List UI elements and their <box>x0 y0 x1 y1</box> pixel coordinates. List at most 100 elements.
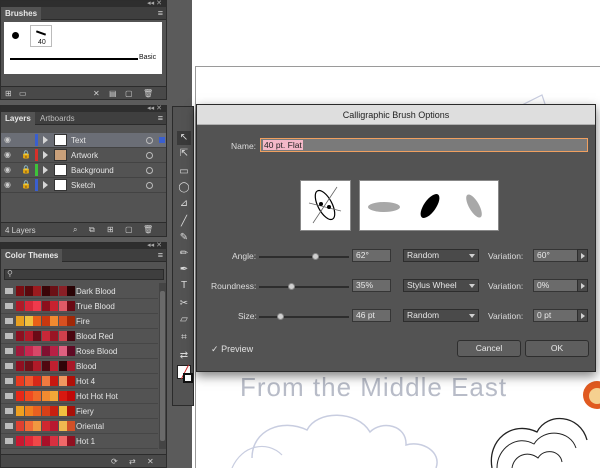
theme-swatch[interactable] <box>33 301 41 311</box>
swap-icon[interactable]: ⇄ <box>129 457 136 466</box>
theme-swatch[interactable] <box>50 406 58 416</box>
expand-arrow-icon[interactable] <box>43 166 48 174</box>
new-brush-icon[interactable]: ▢ <box>125 89 133 98</box>
theme-swatch[interactable] <box>33 286 41 296</box>
theme-row[interactable]: Hot 4 <box>1 374 158 389</box>
theme-swatch[interactable] <box>24 316 33 326</box>
theme-swatch[interactable] <box>67 376 75 386</box>
theme-swatch[interactable] <box>16 406 24 416</box>
libraries-menu-icon[interactable]: ▭ <box>19 89 27 98</box>
target-circle-icon[interactable] <box>146 137 153 144</box>
collapse-icon[interactable]: ◂◂ ✕ <box>147 104 162 112</box>
theme-row[interactable]: Hot 1 <box>1 434 158 449</box>
layer-name[interactable]: Artwork <box>71 151 98 160</box>
themes-scrollbar-thumb[interactable] <box>160 291 165 441</box>
theme-swatch[interactable] <box>33 346 41 356</box>
artboard-tool-icon[interactable]: ⌗ <box>177 331 191 345</box>
layer-row-text[interactable]: ◉ Text <box>1 133 166 148</box>
theme-swatch[interactable] <box>41 391 50 401</box>
theme-swatch[interactable] <box>16 391 24 401</box>
expand-arrow-icon[interactable] <box>43 136 48 144</box>
theme-swatch[interactable] <box>16 421 24 431</box>
locate-object-icon[interactable]: ⌕ <box>73 225 77 235</box>
theme-swatch[interactable] <box>41 421 50 431</box>
theme-swatch[interactable] <box>33 331 41 341</box>
size-slider[interactable] <box>259 313 349 320</box>
roundness-slider-knob[interactable] <box>287 283 295 290</box>
brush-name-input[interactable]: 40 pt. Flat <box>260 138 588 152</box>
theme-swatch[interactable] <box>24 301 33 311</box>
ellipse-tool-icon[interactable]: ◯ <box>177 181 191 195</box>
remove-stroke-icon[interactable]: ✕ <box>93 89 100 98</box>
direct-selection-tool-icon[interactable]: ⇱ <box>177 147 191 161</box>
theme-swatch[interactable] <box>16 331 24 341</box>
theme-swatch[interactable] <box>67 331 75 341</box>
preview-checkbox[interactable]: ✓ Preview <box>211 344 253 355</box>
theme-swatch[interactable] <box>24 406 33 416</box>
theme-swatch[interactable] <box>16 346 24 356</box>
theme-swatch[interactable] <box>58 316 67 326</box>
tab-artboards[interactable]: Artboards <box>36 112 79 125</box>
theme-swatch[interactable] <box>50 421 58 431</box>
panel-menu-icon[interactable]: ≡ <box>158 113 163 123</box>
theme-swatch[interactable] <box>58 331 67 341</box>
new-sublayer-icon[interactable]: ⊞ <box>107 225 114 234</box>
theme-swatch[interactable] <box>33 406 41 416</box>
theme-swatch[interactable] <box>50 391 58 401</box>
theme-swatch[interactable] <box>33 361 41 371</box>
theme-swatch[interactable] <box>58 376 67 386</box>
theme-swatch[interactable] <box>24 391 33 401</box>
theme-swatch[interactable] <box>67 346 75 356</box>
size-input[interactable]: 46 pt <box>352 309 391 322</box>
size-mode-select[interactable]: Random <box>403 309 479 322</box>
theme-swatch[interactable] <box>58 301 67 311</box>
layer-name[interactable]: Sketch <box>71 181 95 190</box>
theme-swatch[interactable] <box>41 361 50 371</box>
theme-swatch[interactable] <box>50 436 58 446</box>
theme-swatch[interactable] <box>67 286 75 296</box>
theme-swatch[interactable] <box>16 376 24 386</box>
lock-icon[interactable]: 🔒 <box>21 150 31 159</box>
stroke-swatch-icon[interactable] <box>183 373 193 383</box>
scissors-tool-icon[interactable]: ✂ <box>177 297 191 311</box>
angle-mode-select[interactable]: Random <box>403 249 479 262</box>
angle-slider[interactable] <box>259 253 349 260</box>
theme-swatch[interactable] <box>33 376 41 386</box>
layer-row-background[interactable]: ◉ 🔒 Background <box>1 163 166 178</box>
visibility-eye-icon[interactable]: ◉ <box>4 181 13 189</box>
roundness-slider[interactable] <box>259 283 349 290</box>
variation-slider-arrow-icon[interactable] <box>577 279 588 292</box>
selection-tool-icon[interactable]: ↖ <box>177 131 191 145</box>
theme-swatch[interactable] <box>67 361 75 371</box>
tab-color-themes[interactable]: Color Themes <box>1 249 63 262</box>
pencil-tool-icon[interactable]: ✏ <box>177 247 191 261</box>
target-circle-icon[interactable] <box>146 182 153 189</box>
cancel-button[interactable]: Cancel <box>457 340 521 357</box>
theme-swatch[interactable] <box>16 316 24 326</box>
theme-swatch[interactable] <box>24 331 33 341</box>
theme-swatch[interactable] <box>67 436 75 446</box>
theme-swatch[interactable] <box>58 436 67 446</box>
shaper-tool-icon[interactable]: ⊿ <box>177 197 191 211</box>
options-icon[interactable]: ▤ <box>109 89 117 98</box>
swap-fill-stroke-icon[interactable]: ⇄ <box>177 349 191 363</box>
theme-swatch[interactable] <box>50 346 58 356</box>
theme-swatch[interactable] <box>67 301 75 311</box>
theme-swatch[interactable] <box>16 361 24 371</box>
target-circle-icon[interactable] <box>146 152 153 159</box>
visibility-eye-icon[interactable]: ◉ <box>4 151 13 159</box>
angle-variation-input[interactable]: 60° <box>533 249 588 262</box>
theme-swatch[interactable] <box>41 331 50 341</box>
layer-row-artwork[interactable]: ◉ 🔒 Artwork <box>1 148 166 163</box>
clipping-mask-icon[interactable]: ⧉ <box>89 225 95 235</box>
angle-slider-knob[interactable] <box>311 253 319 260</box>
theme-swatch[interactable] <box>58 391 67 401</box>
panel-menu-icon[interactable]: ≡ <box>158 250 163 260</box>
pen-tool-icon[interactable]: ✒ <box>177 263 191 277</box>
theme-swatch[interactable] <box>50 376 58 386</box>
theme-swatch[interactable] <box>41 346 50 356</box>
theme-swatch[interactable] <box>24 421 33 431</box>
line-tool-icon[interactable]: ╱ <box>177 215 191 229</box>
brush-libraries-icon[interactable]: ⊞ <box>5 89 12 98</box>
theme-swatch[interactable] <box>33 436 41 446</box>
